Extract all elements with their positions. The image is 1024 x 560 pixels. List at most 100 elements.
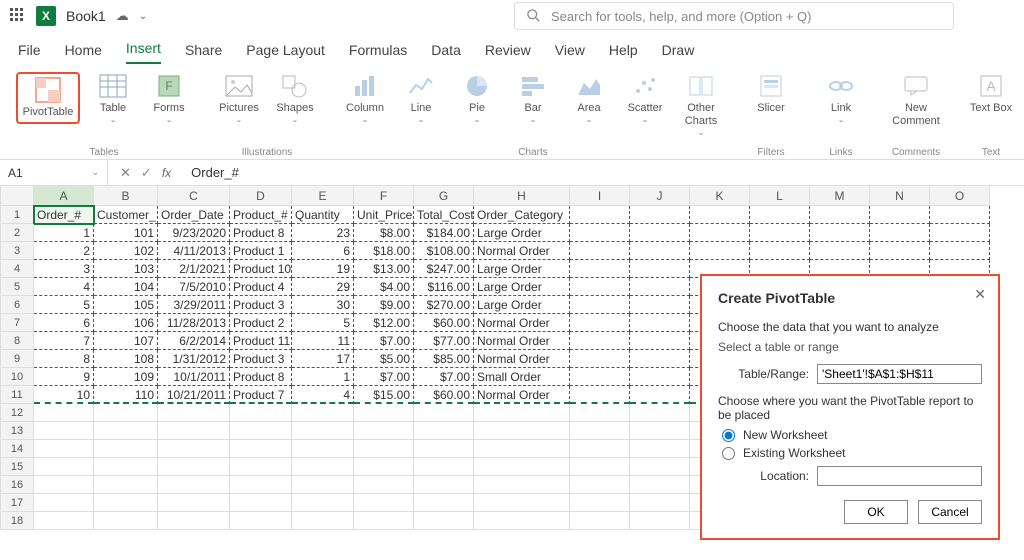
col-header-H[interactable]: H xyxy=(474,186,570,206)
cell[interactable]: 2 xyxy=(34,242,94,260)
cell[interactable] xyxy=(34,494,94,512)
cell[interactable] xyxy=(630,206,690,224)
cell[interactable] xyxy=(34,476,94,494)
row-header[interactable]: 11 xyxy=(0,386,34,404)
cell[interactable] xyxy=(158,440,230,458)
tab-share[interactable]: Share xyxy=(185,42,222,64)
cell[interactable] xyxy=(570,494,630,512)
cell[interactable] xyxy=(570,242,630,260)
cell[interactable]: $270.00 xyxy=(414,296,474,314)
cell[interactable]: Normal Order xyxy=(474,350,570,368)
cell[interactable] xyxy=(474,440,570,458)
row-header[interactable]: 14 xyxy=(0,440,34,458)
cell[interactable]: Large Order xyxy=(474,278,570,296)
cell[interactable]: Order_Date xyxy=(158,206,230,224)
tab-formulas[interactable]: Formulas xyxy=(349,42,407,64)
cell[interactable] xyxy=(292,404,354,422)
cell[interactable] xyxy=(94,476,158,494)
cell[interactable] xyxy=(230,494,292,512)
cell[interactable] xyxy=(570,404,630,422)
cell[interactable] xyxy=(230,440,292,458)
cell[interactable]: $77.00 xyxy=(414,332,474,350)
cell[interactable] xyxy=(630,224,690,242)
cell[interactable] xyxy=(630,512,690,530)
cell[interactable] xyxy=(630,422,690,440)
cell[interactable] xyxy=(414,404,474,422)
cell[interactable]: $60.00 xyxy=(414,386,474,404)
cell[interactable] xyxy=(34,440,94,458)
shapes-button[interactable]: Shapes⌄ xyxy=(272,72,318,124)
cell[interactable]: 19 xyxy=(292,260,354,278)
cell[interactable] xyxy=(810,224,870,242)
cell[interactable] xyxy=(630,260,690,278)
close-icon[interactable]: ✕ xyxy=(974,286,986,303)
cell[interactable]: 10/21/2011 xyxy=(158,386,230,404)
col-header-I[interactable]: I xyxy=(570,186,630,206)
cell[interactable] xyxy=(570,476,630,494)
cell[interactable]: 5 xyxy=(34,296,94,314)
cell[interactable] xyxy=(474,494,570,512)
col-header-G[interactable]: G xyxy=(414,186,474,206)
chevron-down-icon[interactable]: ⌄ xyxy=(91,167,99,178)
tab-home[interactable]: Home xyxy=(65,42,102,64)
cell[interactable] xyxy=(810,206,870,224)
slicer-button[interactable]: Slicer xyxy=(748,72,794,115)
row-header[interactable]: 3 xyxy=(0,242,34,260)
cell[interactable]: $4.00 xyxy=(354,278,414,296)
row-header[interactable]: 7 xyxy=(0,314,34,332)
app-launcher-icon[interactable] xyxy=(10,8,26,24)
cell[interactable]: 108 xyxy=(94,350,158,368)
cell[interactable] xyxy=(570,314,630,332)
cell[interactable] xyxy=(94,404,158,422)
cell[interactable] xyxy=(292,440,354,458)
chevron-down-icon[interactable]: ⌄ xyxy=(139,11,147,22)
row-header[interactable]: 15 xyxy=(0,458,34,476)
cell[interactable] xyxy=(870,242,930,260)
cell[interactable] xyxy=(94,494,158,512)
cell[interactable]: Large Order xyxy=(474,260,570,278)
line-chart-button[interactable]: Line⌄ xyxy=(398,72,444,137)
cell[interactable]: Normal Order xyxy=(474,332,570,350)
cell[interactable] xyxy=(570,260,630,278)
cell[interactable] xyxy=(354,422,414,440)
cell[interactable]: 7/5/2010 xyxy=(158,278,230,296)
cell[interactable] xyxy=(414,512,474,530)
cell[interactable] xyxy=(354,404,414,422)
cell[interactable]: $60.00 xyxy=(414,314,474,332)
tab-view[interactable]: View xyxy=(555,42,585,64)
cell[interactable] xyxy=(930,224,990,242)
search-input[interactable]: Search for tools, help, and more (Option… xyxy=(514,2,954,30)
cell[interactable] xyxy=(630,350,690,368)
pivottable-button[interactable]: PivotTable xyxy=(20,76,76,119)
cell[interactable]: $116.00 xyxy=(414,278,474,296)
cell[interactable] xyxy=(630,458,690,476)
cell[interactable] xyxy=(94,512,158,530)
cell[interactable]: $7.00 xyxy=(414,368,474,386)
cell[interactable] xyxy=(630,476,690,494)
cell[interactable] xyxy=(94,458,158,476)
cell[interactable]: 6 xyxy=(292,242,354,260)
cell[interactable] xyxy=(34,512,94,530)
accept-formula-icon[interactable]: ✓ xyxy=(141,165,152,181)
tab-insert[interactable]: Insert xyxy=(126,40,161,64)
cell[interactable]: 10 xyxy=(34,386,94,404)
cell[interactable]: Product 4 xyxy=(230,278,292,296)
cell[interactable]: $7.00 xyxy=(354,368,414,386)
cell[interactable] xyxy=(570,458,630,476)
cancel-button[interactable]: Cancel xyxy=(918,500,982,524)
cell[interactable] xyxy=(570,296,630,314)
row-header[interactable]: 10 xyxy=(0,368,34,386)
cell[interactable] xyxy=(474,476,570,494)
col-header-M[interactable]: M xyxy=(810,186,870,206)
col-header-N[interactable]: N xyxy=(870,186,930,206)
col-header-E[interactable]: E xyxy=(292,186,354,206)
col-header-K[interactable]: K xyxy=(690,186,750,206)
row-header[interactable]: 8 xyxy=(0,332,34,350)
tab-review[interactable]: Review xyxy=(485,42,531,64)
cell[interactable]: 5 xyxy=(292,314,354,332)
cell[interactable]: Product 3 xyxy=(230,350,292,368)
cell[interactable]: Product_# xyxy=(230,206,292,224)
col-header-B[interactable]: B xyxy=(94,186,158,206)
row-header[interactable]: 13 xyxy=(0,422,34,440)
cell[interactable] xyxy=(292,458,354,476)
